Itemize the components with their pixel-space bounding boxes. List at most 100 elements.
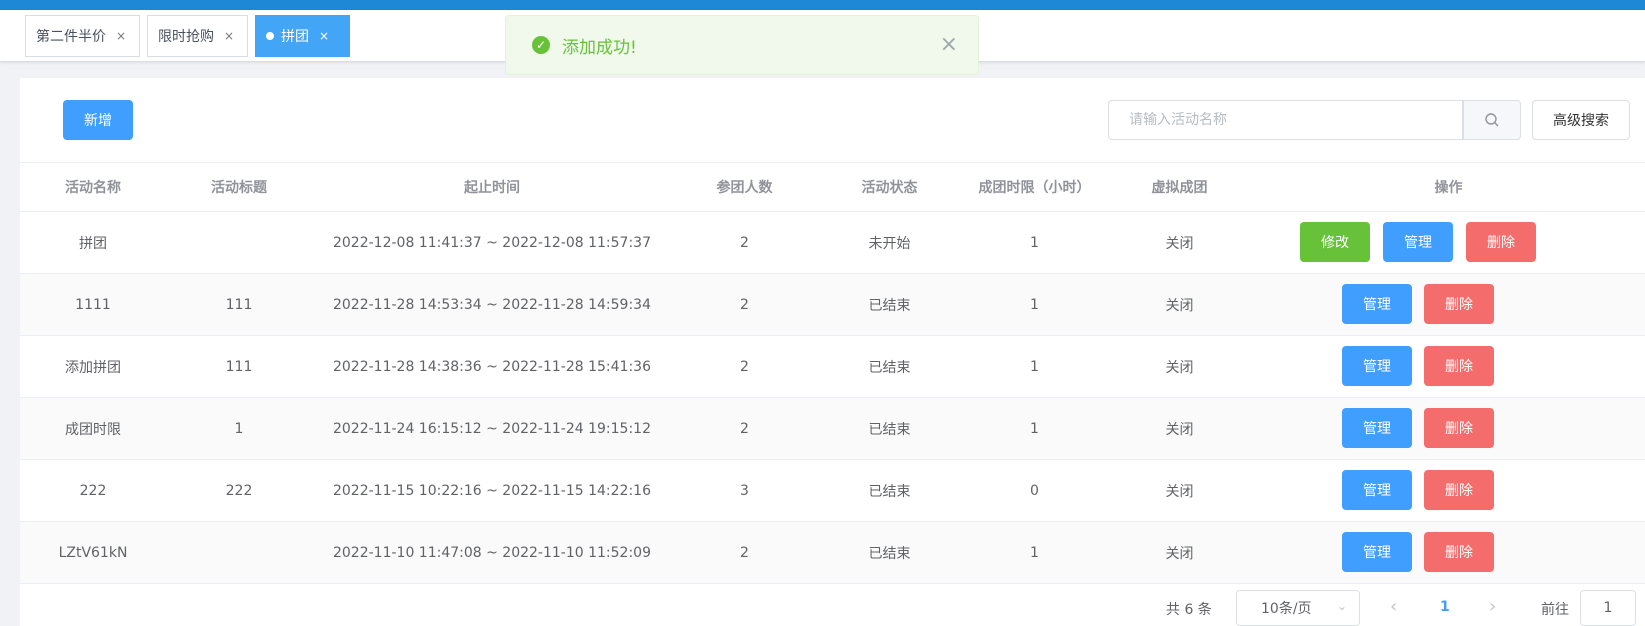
header-activity-name: 活动名称 [20,162,166,212]
search-input[interactable] [1108,100,1463,140]
cell-name: 拼团 [20,211,166,274]
cell-status: 已结束 [817,273,962,336]
tab-flash-sale[interactable]: 限时抢购 × [147,15,248,57]
cell-status: 已结束 [817,397,962,460]
cell-title [166,521,312,584]
delete-button[interactable]: 删除 [1424,284,1494,324]
cell-virtual: 关闭 [1107,335,1252,398]
chevron-down-icon: ⌄ [1336,599,1347,613]
manage-button[interactable]: 管理 [1342,470,1412,510]
cell-members: 2 [672,521,817,584]
edit-button[interactable]: 修改 [1300,222,1370,262]
tab-label: 第二件半价 [36,29,106,45]
main-panel: 新增 高级搜索 活动名称 活动标题 起止时间 参团人数 活动状态 成团时限（小时… [20,78,1645,626]
advanced-search-button[interactable]: 高级搜索 [1532,100,1630,140]
cell-time: 2022-11-10 11:47:08 ~ 2022-11-10 11:52:0… [312,521,672,584]
delete-button[interactable]: 删除 [1424,470,1494,510]
activity-table: 活动名称 活动标题 起止时间 参团人数 活动状态 成团时限（小时） 虚拟成团 操… [20,162,1645,584]
delete-button[interactable]: 删除 [1424,346,1494,386]
tab-group-buy[interactable]: 拼团 × [255,15,350,57]
cell-virtual: 关闭 [1107,521,1252,584]
cell-name: 222 [20,459,166,522]
page-size-value: 10条/页 [1261,601,1312,617]
tab-label: 拼团 [281,29,309,45]
page-number[interactable]: 1 [1440,599,1450,615]
header-members: 参团人数 [672,162,817,212]
active-dot-icon [266,32,274,40]
success-toast: ✓ 添加成功! × [505,15,979,75]
page-size-select[interactable]: 10条/页 ⌄ [1236,590,1360,626]
manage-button[interactable]: 管理 [1342,284,1412,324]
cell-title: 1 [166,397,312,460]
manage-button[interactable]: 管理 [1342,532,1412,572]
cell-virtual: 关闭 [1107,459,1252,522]
cell-limit: 1 [962,335,1107,398]
table-row: 1111 111 2022-11-28 14:53:34 ~ 2022-11-2… [20,273,1645,336]
goto-page-input[interactable]: 1 [1580,590,1636,626]
cell-name: 添加拼团 [20,335,166,398]
cell-status: 未开始 [817,211,962,274]
header-virtual-group: 虚拟成团 [1107,162,1252,212]
delete-button[interactable]: 删除 [1424,408,1494,448]
cell-name: 1111 [20,273,166,336]
pagination-total: 共 6 条 [1166,602,1212,618]
table-row: 添加拼团 111 2022-11-28 14:38:36 ~ 2022-11-2… [20,335,1645,398]
cell-title: 111 [166,335,312,398]
close-icon[interactable]: × [224,29,234,43]
header-status: 活动状态 [817,162,962,212]
cell-time: 2022-11-24 16:15:12 ~ 2022-11-24 19:15:1… [312,397,672,460]
cell-title: 111 [166,273,312,336]
cell-limit: 1 [962,273,1107,336]
search-button[interactable] [1463,100,1521,140]
add-button[interactable]: 新增 [63,100,133,140]
close-icon[interactable]: × [116,29,126,43]
cell-actions: 管理 删除 [1252,273,1645,336]
header-time-range: 起止时间 [312,162,672,212]
cell-limit: 1 [962,211,1107,274]
chevron-right-icon[interactable]: › [1489,596,1496,617]
cell-time: 2022-11-15 10:22:16 ~ 2022-11-15 14:22:1… [312,459,672,522]
cell-actions: 管理 删除 [1252,459,1645,522]
manage-button[interactable]: 管理 [1383,222,1453,262]
cell-actions: 修改 管理 删除 [1252,211,1645,274]
cell-virtual: 关闭 [1107,273,1252,336]
cell-time: 2022-11-28 14:53:34 ~ 2022-11-28 14:59:3… [312,273,672,336]
header-time-limit: 成团时限（小时） [962,162,1107,212]
cell-name: 成团时限 [20,397,166,460]
tab-second-half-price[interactable]: 第二件半价 × [25,15,140,57]
table-header-row: 活动名称 活动标题 起止时间 参团人数 活动状态 成团时限（小时） 虚拟成团 操… [20,162,1645,212]
cell-title: 222 [166,459,312,522]
manage-button[interactable]: 管理 [1342,408,1412,448]
delete-button[interactable]: 删除 [1466,222,1536,262]
delete-button[interactable]: 删除 [1424,532,1494,572]
cell-status: 已结束 [817,459,962,522]
check-circle-icon: ✓ [532,36,550,54]
toast-message: 添加成功! [562,37,637,58]
cell-actions: 管理 删除 [1252,397,1645,460]
cell-time: 2022-11-28 14:38:36 ~ 2022-11-28 15:41:3… [312,335,672,398]
cell-limit: 1 [962,397,1107,460]
pagination: 共 6 条 10条/页 ⌄ ‹ 1 › 前往 1 [0,590,1645,626]
goto-label: 前往 [1541,602,1569,618]
cell-virtual: 关闭 [1107,211,1252,274]
cell-members: 2 [672,273,817,336]
tab-label: 限时抢购 [158,29,214,45]
close-icon[interactable]: × [940,32,958,57]
cell-members: 2 [672,211,817,274]
cell-limit: 0 [962,459,1107,522]
manage-button[interactable]: 管理 [1342,346,1412,386]
header-actions: 操作 [1252,162,1645,212]
cell-status: 已结束 [817,335,962,398]
chevron-left-icon[interactable]: ‹ [1390,596,1397,617]
cell-members: 3 [672,459,817,522]
top-accent-bar [0,0,1645,10]
close-icon[interactable]: × [319,29,329,43]
cell-time: 2022-12-08 11:41:37 ~ 2022-12-08 11:57:3… [312,211,672,274]
cell-actions: 管理 删除 [1252,521,1645,584]
cell-actions: 管理 删除 [1252,335,1645,398]
cell-limit: 1 [962,521,1107,584]
cell-title [166,211,312,274]
cell-members: 2 [672,397,817,460]
table-row: 222 222 2022-11-15 10:22:16 ~ 2022-11-15… [20,459,1645,522]
table-row: LZtV61kN 2022-11-10 11:47:08 ~ 2022-11-1… [20,521,1645,584]
